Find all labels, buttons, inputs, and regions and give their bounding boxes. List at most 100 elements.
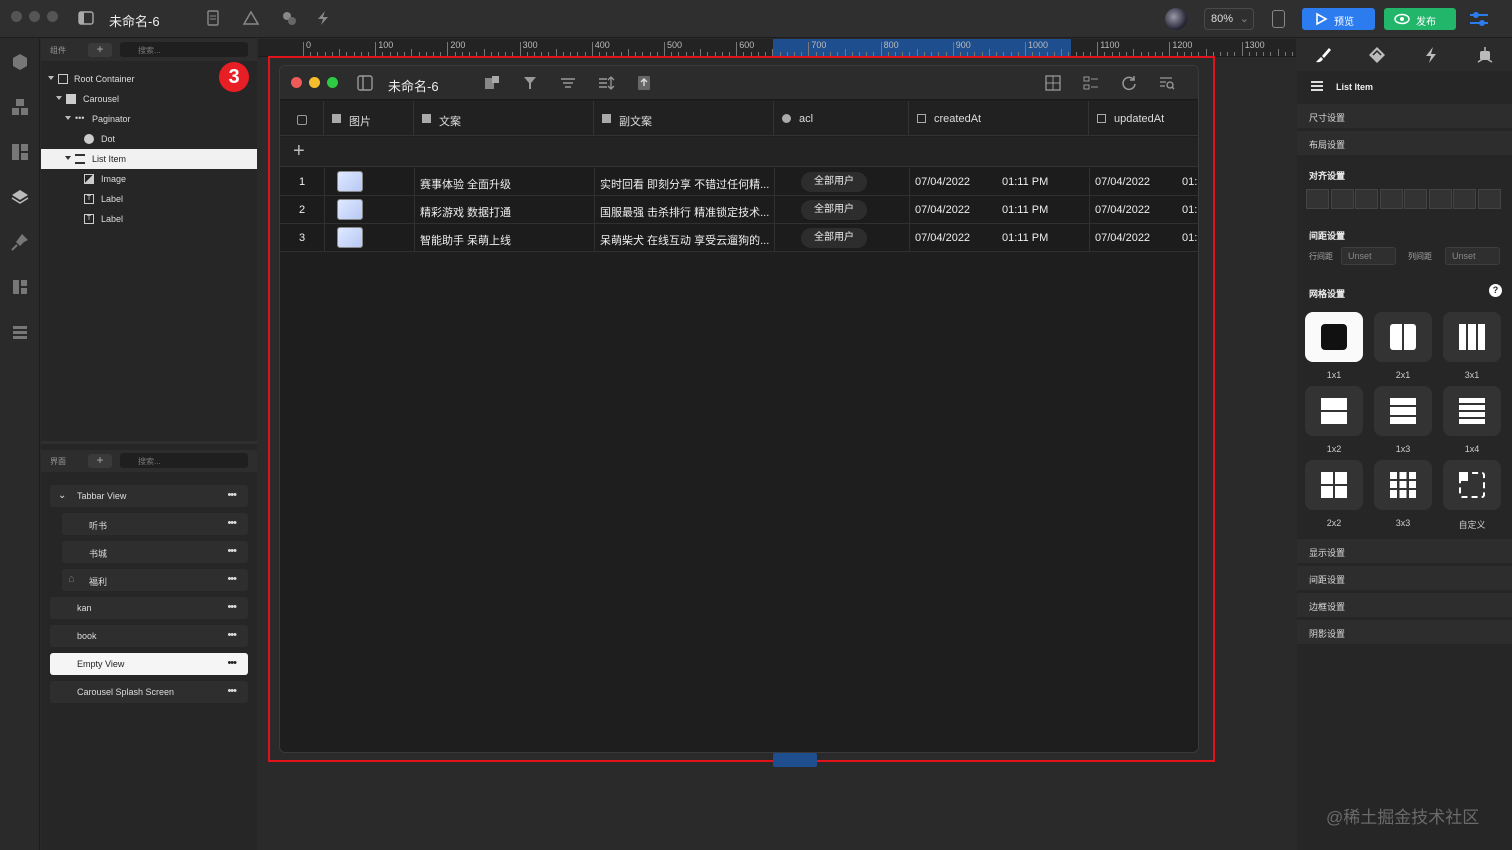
- add-page-button[interactable]: +: [88, 454, 112, 468]
- section-shadow[interactable]: 阴影设置: [1297, 620, 1512, 644]
- cube-icon[interactable]: [9, 51, 31, 73]
- grid-option-1x3[interactable]: [1374, 386, 1432, 436]
- grid-option-1x1[interactable]: [1305, 312, 1363, 362]
- layers-icon[interactable]: [9, 186, 31, 208]
- section-border[interactable]: 边框设置: [1297, 593, 1512, 617]
- ruler-minor-tick: [1256, 52, 1258, 56]
- diamond-icon[interactable]: [1367, 45, 1387, 65]
- page-item-welfare[interactable]: ⌂ 福利 •••: [62, 569, 248, 591]
- page-search-input[interactable]: 搜索...: [120, 453, 248, 468]
- grid-option-label: 1x2: [1326, 444, 1342, 454]
- section-display[interactable]: 显示设置: [1297, 539, 1512, 563]
- zoom-select[interactable]: 80% ⌄: [1204, 8, 1254, 30]
- component-icon[interactable]: [280, 9, 300, 29]
- brush-icon[interactable]: [1313, 45, 1333, 65]
- caret-down-icon[interactable]: [56, 96, 62, 100]
- ruler-minor-tick: [1277, 49, 1279, 56]
- robot-icon[interactable]: [1475, 45, 1495, 65]
- section-layout[interactable]: 布局设置: [1297, 131, 1512, 155]
- tree-item-carousel[interactable]: Carousel: [41, 89, 257, 109]
- panel-splitter[interactable]: [41, 441, 257, 444]
- triangle-shape-icon[interactable]: [242, 9, 262, 29]
- grid-option-custom[interactable]: [1443, 460, 1501, 510]
- ruler-minor-tick: [555, 49, 557, 56]
- section-size[interactable]: 尺寸设置: [1297, 104, 1512, 128]
- lightning-icon[interactable]: [314, 9, 334, 29]
- distribute-h-icon[interactable]: [1453, 189, 1476, 209]
- chevron-down-icon[interactable]: ⌄: [58, 490, 66, 501]
- tree-item-label-2[interactable]: T Label: [41, 209, 257, 229]
- more-icon[interactable]: •••: [227, 601, 237, 613]
- database-icon[interactable]: [9, 276, 31, 298]
- page-item-carousel-splash[interactable]: Carousel Splash Screen •••: [50, 681, 248, 703]
- caret-down-icon[interactable]: [65, 156, 71, 160]
- grid-option-1x4[interactable]: [1443, 386, 1501, 436]
- ruler-minor-tick: [1284, 52, 1286, 56]
- ruler-label: 1100: [1100, 40, 1120, 50]
- window-zoom-dot[interactable]: [47, 11, 58, 22]
- distribute-v-icon[interactable]: [1478, 189, 1501, 209]
- highlight-frame: [268, 56, 1215, 762]
- component-search-input[interactable]: 搜索...: [120, 42, 248, 57]
- list-icon[interactable]: [9, 321, 31, 343]
- page-item-bookstore[interactable]: 书城 •••: [62, 541, 248, 563]
- carousel-icon: [66, 94, 76, 104]
- page-item-empty-view[interactable]: Empty View •••: [50, 653, 248, 675]
- pin-icon[interactable]: [9, 231, 31, 253]
- settings-sliders-icon[interactable]: [1468, 9, 1490, 29]
- sidebar-toggle-icon[interactable]: [77, 9, 97, 29]
- tree-item-image[interactable]: Image: [41, 169, 257, 189]
- document-icon[interactable]: [204, 9, 224, 29]
- align-left-icon[interactable]: [1306, 189, 1329, 209]
- grid-option-2x2[interactable]: [1305, 460, 1363, 510]
- align-center-h-icon[interactable]: [1331, 189, 1354, 209]
- grid-option-1x2[interactable]: [1305, 386, 1363, 436]
- align-top-icon[interactable]: [1380, 189, 1403, 209]
- page-item-tabbar-view[interactable]: ⌄ Tabbar View •••: [50, 485, 248, 507]
- tree-item-list-item[interactable]: List Item: [41, 149, 257, 169]
- grid-option-3x1[interactable]: [1443, 312, 1501, 362]
- section-spacing[interactable]: 间距设置: [1297, 566, 1512, 590]
- row-gap-input[interactable]: Unset: [1341, 247, 1396, 265]
- align-right-icon[interactable]: [1355, 189, 1378, 209]
- align-bottom-icon[interactable]: [1429, 189, 1452, 209]
- lightning-icon[interactable]: [1421, 45, 1441, 65]
- window-minimize-dot[interactable]: [29, 11, 40, 22]
- section-label: 阴影设置: [1309, 629, 1346, 639]
- ruler-label: 700: [811, 40, 827, 50]
- layout-icon[interactable]: [9, 141, 31, 163]
- page-item-book[interactable]: book •••: [50, 625, 248, 647]
- preview-button[interactable]: 预览: [1302, 8, 1375, 30]
- page-item-listen[interactable]: 听书 •••: [62, 513, 248, 535]
- grid-option-2x1[interactable]: [1374, 312, 1432, 362]
- row-gap-value: Unset: [1348, 251, 1372, 261]
- caret-down-icon[interactable]: [65, 116, 71, 120]
- ruler-major-tick: [1097, 42, 1099, 56]
- caret-down-icon[interactable]: [48, 76, 54, 80]
- more-icon[interactable]: •••: [227, 545, 237, 557]
- align-center-v-icon[interactable]: [1404, 189, 1427, 209]
- device-phone-icon[interactable]: [1272, 10, 1285, 28]
- more-icon[interactable]: •••: [227, 657, 237, 669]
- page-item-kan[interactable]: kan •••: [50, 597, 248, 619]
- more-icon[interactable]: •••: [227, 685, 237, 697]
- page-search-placeholder: 搜索...: [138, 457, 161, 466]
- more-icon[interactable]: •••: [227, 489, 237, 501]
- tree-item-label-1[interactable]: T Label: [41, 189, 257, 209]
- help-icon[interactable]: ?: [1489, 284, 1502, 297]
- publish-button[interactable]: 发布: [1384, 8, 1456, 30]
- more-icon[interactable]: •••: [227, 517, 237, 529]
- user-avatar[interactable]: [1165, 8, 1187, 30]
- col-gap-input[interactable]: Unset: [1445, 247, 1500, 265]
- design-canvas[interactable]: 0 100 200 300 400 500 600 700 800 900 1000 1100 1200…: [258, 39, 1296, 850]
- tree-item-dot[interactable]: Dot: [41, 129, 257, 149]
- tree-item-paginator[interactable]: ••• Paginator: [41, 109, 257, 129]
- cubes-icon[interactable]: [9, 96, 31, 118]
- grid-option-3x3[interactable]: [1374, 460, 1432, 510]
- grid-option-label: 3x3: [1395, 518, 1411, 528]
- add-component-button[interactable]: +: [88, 43, 112, 57]
- window-close-dot[interactable]: [11, 11, 22, 22]
- ruler-major-tick: [591, 42, 593, 56]
- more-icon[interactable]: •••: [227, 629, 237, 641]
- more-icon[interactable]: •••: [227, 573, 237, 585]
